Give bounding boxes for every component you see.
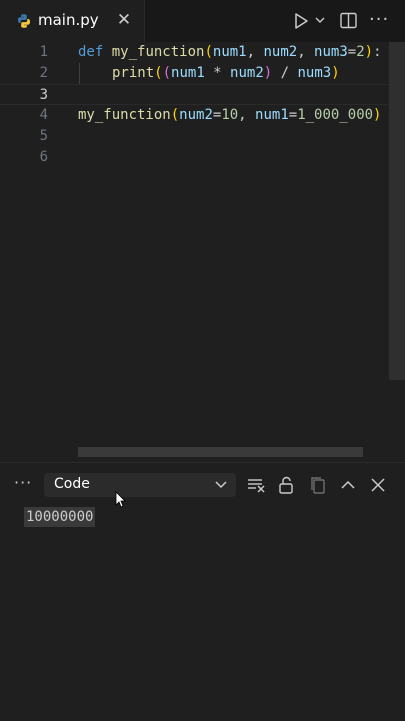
code-line: 4 my_function(num2=10, num1=1_000_000): [0, 105, 390, 126]
code-line: 1 def my_function(num1, num2, num3=2):: [0, 42, 390, 63]
line-number: 1: [39, 44, 48, 60]
editor-tab-bar: main.py ✕ ···: [0, 0, 405, 43]
line-number: 4: [39, 107, 48, 123]
line-number: 3: [39, 87, 48, 103]
line-number: 5: [39, 128, 48, 144]
chevron-down-icon[interactable]: [314, 14, 326, 26]
code-line: 6: [0, 147, 390, 168]
copy-icon[interactable]: [308, 475, 328, 495]
python-file-icon: [18, 14, 30, 28]
tab-filename: main.py: [38, 11, 99, 29]
indent-guide: [79, 63, 80, 84]
output-channel-select[interactable]: Code: [44, 473, 236, 497]
chevron-down-icon: [215, 481, 227, 489]
horizontal-scrollbar[interactable]: [78, 447, 363, 457]
code-line: 2 print((num1 * num2) / num3): [0, 63, 390, 84]
output-channel-label: Code: [54, 476, 90, 492]
line-number: 6: [39, 149, 48, 165]
close-panel-icon[interactable]: [368, 475, 388, 495]
unlock-icon[interactable]: [276, 475, 296, 495]
run-icon[interactable]: [291, 11, 311, 31]
clear-output-icon[interactable]: [246, 475, 266, 495]
code-text: print((num1 * num2) / num3): [112, 65, 340, 81]
vertical-scrollbar[interactable]: [389, 42, 405, 380]
code-line-current: 3: [0, 84, 390, 105]
line-number: 2: [39, 65, 48, 81]
more-actions-icon[interactable]: ···: [369, 11, 391, 31]
code-text: my_function(num2=10, num1=1_000_000): [78, 107, 382, 123]
mouse-pointer-icon: [115, 491, 126, 508]
code-editor[interactable]: 1 def my_function(num1, num2, num3=2): 2…: [0, 42, 405, 462]
tab-main-py[interactable]: main.py ✕: [0, 0, 145, 42]
split-editor-icon[interactable]: [340, 12, 357, 29]
close-tab-icon[interactable]: ✕: [116, 11, 132, 29]
code-text: def my_function(num1, num2, num3=2):: [78, 44, 382, 60]
code-line: 5: [0, 126, 390, 147]
output-text: 10000000: [24, 507, 96, 527]
output-panel: ··· Code 10000000: [0, 462, 405, 721]
panel-more-icon[interactable]: ···: [14, 473, 36, 493]
chevron-up-icon[interactable]: [338, 475, 358, 495]
